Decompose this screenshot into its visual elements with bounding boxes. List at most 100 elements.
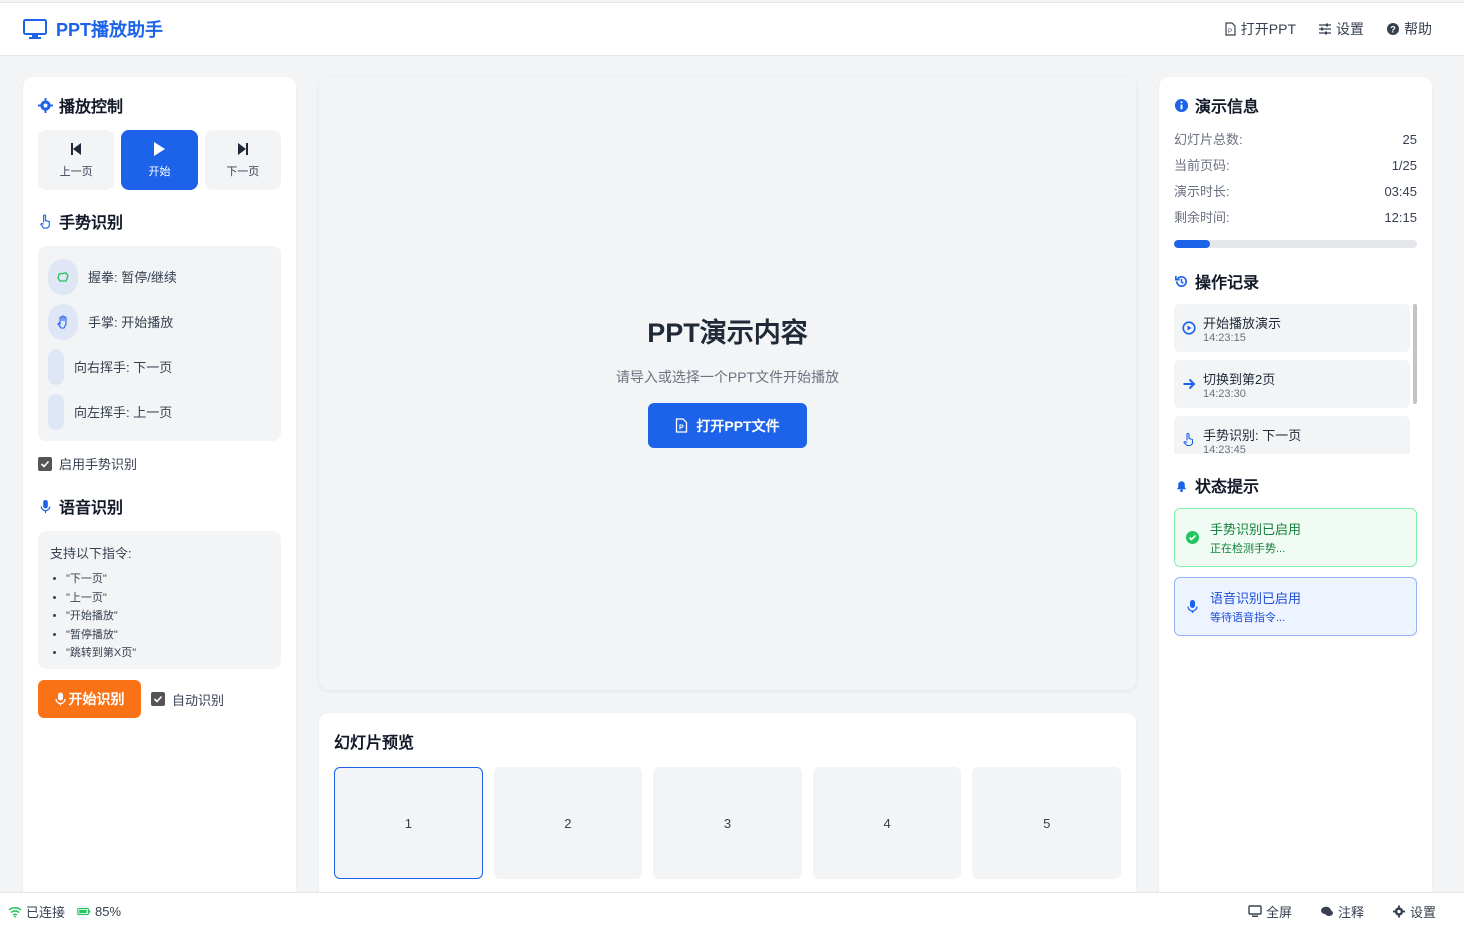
info-row: 演示时长: 03:45 [1174,184,1417,199]
voice-command-list: "下一页" "上一页" "开始播放" "暂停播放" "跳转到第X页" [50,570,269,663]
playback-section-title: 播放控制 [38,92,281,118]
log-item: 手势识别: 下一页 14:23:45 [1174,416,1410,454]
voice-commands-box: 支持以下指令: "下一页" "上一页" "开始播放" "暂停播放" "跳转到第X… [38,531,281,669]
voice-command: "开始播放" [66,607,269,626]
gear-icon [38,97,53,113]
log-item: 开始播放演示 14:23:15 [1174,304,1410,352]
gesture-item: 手掌: 开始播放 [48,299,271,344]
gear-icon [1392,905,1406,918]
step-backward-icon [71,143,82,155]
fist-icon [48,258,78,295]
info-rows: 幻灯片总数: 25 当前页码: 1/25 演示时长: 03:45 剩余时间: 12:15 [1174,127,1417,231]
fullscreen-button[interactable]: 全屏 [1248,902,1292,921]
voice-command: "上一页" [66,589,269,608]
header-actions: P 打开PPT 设置 ? 帮助 [1223,19,1442,39]
stage-title: PPT演示内容 [647,318,808,348]
slide-thumbnail[interactable]: 4 [812,767,962,879]
open-ppt-label: 打开PPT [1240,21,1296,37]
start-button[interactable]: 开始 [121,130,198,190]
left-panel: 播放控制 上一页 开始 下一页 手势识别 握拳: 暂停/继续 手掌: 开始播放 [23,77,296,907]
status-voice-enabled: 语音识别已启用 等待语音指令... [1174,577,1417,636]
slide-preview-panel: 幻灯片预览 1 2 3 4 5 [319,713,1136,903]
swipe-right-icon [48,348,64,385]
comments-icon [1320,906,1333,916]
operation-log[interactable]: 开始播放演示 14:23:15 切换到第2页 14:23:30 手势识别: 下一页 1… [1174,304,1417,454]
auto-recognition-checkbox[interactable]: 自动识别 [151,690,224,709]
slide-thumbnail[interactable]: 1 [334,767,483,879]
prev-page-button[interactable]: 上一页 [38,130,115,190]
microphone-icon [1187,600,1198,613]
arrow-right-icon [1183,378,1196,390]
voice-section-title: 语音识别 [38,493,281,519]
voice-command: "暂停播放" [66,626,269,645]
right-panel: 演示信息 幻灯片总数: 25 当前页码: 1/25 演示时长: 03:45 剩余时间:… [1159,77,1432,907]
info-section-title: 演示信息 [1174,92,1417,118]
playback-controls: 上一页 开始 下一页 [38,130,281,190]
log-item: 切换到第2页 14:23:30 [1174,360,1410,408]
step-forward-icon [237,143,248,155]
gesture-item: 向右挥手: 下一页 [48,344,271,389]
history-icon [1175,275,1187,287]
presentation-progress-bar [1174,240,1417,248]
monitor-icon [23,19,47,39]
status-section-title: 状态提示 [1174,472,1417,498]
sliders-icon [1319,23,1331,35]
slide-thumbnail[interactable]: 5 [972,767,1121,879]
hand-pointer-icon [40,213,50,229]
help-link[interactable]: ? 帮助 [1386,19,1432,39]
microphone-icon [54,692,66,706]
bell-icon [1176,480,1187,492]
desktop-icon [1248,905,1262,917]
header-settings-label: 设置 [1336,21,1364,37]
voice-command: "下一页" [66,570,269,589]
log-scrollbar[interactable] [1413,304,1417,404]
status-bar: 已连接 85% 全屏 注释 设置 [0,892,1464,930]
gesture-item: 握拳: 暂停/继续 [48,254,271,299]
stage-placeholder: PPT演示内容 请导入或选择一个PPT文件开始播放 P 打开PPT文件 [319,311,1136,448]
battery-icon [77,907,91,916]
gesture-section-title: 手势识别 [38,208,281,234]
checkbox-checked-icon [151,692,165,706]
enable-gesture-checkbox[interactable]: 启用手势识别 [38,454,281,473]
voice-command: "跳转到第X页" [66,644,269,663]
start-recognition-button[interactable]: 开始识别 [38,680,141,718]
voice-actions: 开始识别 自动识别 [38,680,281,718]
voice-intro: 支持以下指令: [50,546,132,561]
status-bar-actions: 全屏 注释 设置 [1248,902,1456,921]
slide-thumbnail[interactable]: 2 [493,767,643,879]
app-brand: PPT播放助手 [22,16,163,42]
status-gesture-enabled: 手势识别已启用 正在检测手势... [1174,508,1417,567]
preview-title: 幻灯片预览 [334,735,415,752]
gesture-list: 握拳: 暂停/继续 手掌: 开始播放 向右挥手: 下一页 向左挥手: 上一页 [38,246,281,441]
progress-fill [1174,240,1211,248]
hand-pointer-icon [1183,433,1194,447]
svg-text:P: P [1228,29,1232,35]
next-page-button[interactable]: 下一页 [204,130,281,190]
info-row: 幻灯片总数: 25 [1174,132,1417,147]
bottom-settings-button[interactable]: 设置 [1392,902,1436,921]
open-ppt-link[interactable]: P 打开PPT [1223,19,1296,39]
microphone-icon [40,499,51,513]
notes-button[interactable]: 注释 [1320,902,1364,921]
palm-icon [48,303,78,340]
checkbox-checked-icon [38,456,52,471]
gesture-item: 向左挥手: 上一页 [48,389,271,434]
check-circle-icon [1186,531,1199,544]
slide-thumbnails: 1 2 3 4 5 [334,767,1121,879]
battery-status: 85% [77,904,121,919]
slide-thumbnail[interactable]: 3 [653,767,802,879]
info-row: 剩余时间: 12:15 [1174,210,1417,225]
stage-subtitle: 请导入或选择一个PPT文件开始播放 [615,369,840,385]
play-circle-icon [1182,321,1196,335]
file-ppt-icon: P [676,418,688,433]
wifi-icon [8,906,22,918]
connection-status: 已连接 [8,902,65,921]
question-circle-icon: ? [1387,23,1399,35]
top-header: PPT播放助手 P 打开PPT 设置 ? 帮助 [0,2,1464,56]
open-ppt-file-button[interactable]: P 打开PPT文件 [648,403,807,448]
header-settings-link[interactable]: 设置 [1318,19,1364,39]
svg-text:P: P [679,425,684,432]
play-icon [154,142,166,156]
info-circle-icon [1174,98,1189,112]
presentation-stage: PPT演示内容 请导入或选择一个PPT文件开始播放 P 打开PPT文件 [319,77,1136,690]
